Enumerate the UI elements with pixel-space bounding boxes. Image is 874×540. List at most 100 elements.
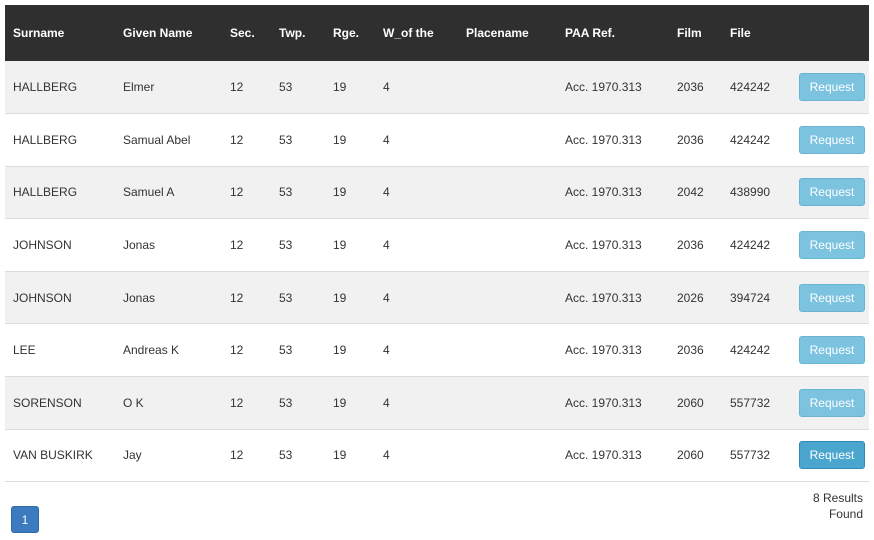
cell-paa-ref: Acc. 1970.313 xyxy=(565,395,642,410)
cell-sec: 12 xyxy=(230,185,244,200)
cell-surname: JOHNSON xyxy=(13,238,72,253)
cell-film: 2026 xyxy=(677,290,704,305)
cell-action: Request xyxy=(791,271,869,324)
cell-sec: 12 xyxy=(230,395,244,410)
request-button[interactable]: Request xyxy=(799,441,865,470)
table-row: HALLBERG Elmer 12 53 19 4 Acc. 1970.313 … xyxy=(5,61,869,114)
cell-rge: 19 xyxy=(333,343,347,358)
cell-file: 557732 xyxy=(730,448,771,463)
cell-given-name: Samual Abel xyxy=(123,132,191,147)
cell-film: 2036 xyxy=(677,80,704,95)
cell-file: 424242 xyxy=(730,132,771,147)
cell-surname: LEE xyxy=(13,343,36,358)
cell-w-of-the: 4 xyxy=(383,343,390,358)
cell-file: 424242 xyxy=(730,80,771,95)
cell-action: Request xyxy=(791,429,869,482)
table-row: JOHNSON Jonas 12 53 19 4 Acc. 1970.313 2… xyxy=(5,218,869,272)
cell-sec: 12 xyxy=(230,343,244,358)
cell-rge: 19 xyxy=(333,448,347,463)
cell-rge: 19 xyxy=(333,80,347,95)
cell-w-of-the: 4 xyxy=(383,290,390,305)
table-row: LEE Andreas K 12 53 19 4 Acc. 1970.313 2… xyxy=(5,323,869,377)
cell-file: 394724 xyxy=(730,290,771,305)
cell-sec: 12 xyxy=(230,80,244,95)
cell-twp: 53 xyxy=(279,238,293,253)
request-button[interactable]: Request xyxy=(799,125,865,154)
column-header-surname[interactable]: Surname xyxy=(5,5,115,61)
cell-twp: 53 xyxy=(279,185,293,200)
cell-twp: 53 xyxy=(279,80,293,95)
cell-given-name: Andreas K xyxy=(123,343,180,358)
results-table: Surname Given Name Sec. Twp. Rge. W_of t… xyxy=(5,5,869,482)
cell-surname: HALLBERG xyxy=(13,185,78,200)
cell-sec: 12 xyxy=(230,290,244,305)
table-row: HALLBERG Samual Abel 12 53 19 4 Acc. 197… xyxy=(5,113,869,167)
column-header-sec[interactable]: Sec. xyxy=(222,5,271,61)
cell-surname: HALLBERG xyxy=(13,80,78,95)
cell-action: Request xyxy=(791,324,869,377)
cell-placename xyxy=(458,61,557,114)
results-count-line1: 8 Results xyxy=(812,491,863,505)
cell-placename xyxy=(458,166,557,219)
cell-w-of-the: 4 xyxy=(383,448,390,463)
cell-given-name: O K xyxy=(123,395,144,410)
cell-film: 2036 xyxy=(677,132,704,147)
pagination-page-button[interactable]: 1 xyxy=(11,506,39,533)
table-row: VAN BUSKIRK Jay 12 53 19 4 Acc. 1970.313… xyxy=(5,429,869,482)
column-header-twp[interactable]: Twp. xyxy=(271,5,325,61)
cell-paa-ref: Acc. 1970.313 xyxy=(565,132,642,147)
column-header-placename[interactable]: Placename xyxy=(458,5,557,61)
cell-rge: 19 xyxy=(333,185,347,200)
column-header-action xyxy=(791,5,869,61)
cell-surname: JOHNSON xyxy=(13,290,72,305)
cell-file: 424242 xyxy=(730,343,771,358)
cell-paa-ref: Acc. 1970.313 xyxy=(565,290,642,305)
cell-placename xyxy=(458,429,557,482)
cell-paa-ref: Acc. 1970.313 xyxy=(565,448,642,463)
request-button[interactable]: Request xyxy=(799,73,865,102)
cell-paa-ref: Acc. 1970.313 xyxy=(565,185,642,200)
column-header-film[interactable]: Film xyxy=(669,5,722,61)
cell-placename xyxy=(458,271,557,324)
cell-film: 2042 xyxy=(677,185,704,200)
cell-w-of-the: 4 xyxy=(383,185,390,200)
cell-given-name: Jonas xyxy=(123,238,156,253)
request-button[interactable]: Request xyxy=(799,283,865,312)
cell-file: 438990 xyxy=(730,185,771,200)
cell-file: 557732 xyxy=(730,395,771,410)
request-button[interactable]: Request xyxy=(799,336,865,365)
column-header-w-of-the[interactable]: W_of the xyxy=(375,5,458,61)
column-header-rge[interactable]: Rge. xyxy=(325,5,375,61)
cell-film: 2060 xyxy=(677,395,704,410)
request-button[interactable]: Request xyxy=(799,231,865,260)
request-button[interactable]: Request xyxy=(799,388,865,417)
cell-placename xyxy=(458,377,557,430)
cell-action: Request xyxy=(791,61,869,114)
cell-sec: 12 xyxy=(230,238,244,253)
cell-twp: 53 xyxy=(279,343,293,358)
cell-twp: 53 xyxy=(279,448,293,463)
table-row: SORENSON O K 12 53 19 4 Acc. 1970.313 20… xyxy=(5,376,869,430)
cell-file: 424242 xyxy=(730,238,771,253)
cell-film: 2036 xyxy=(677,238,704,253)
column-header-paa-ref[interactable]: PAA Ref. xyxy=(557,5,669,61)
cell-action: Request xyxy=(791,114,869,167)
cell-given-name: Jonas xyxy=(123,290,156,305)
cell-action: Request xyxy=(791,219,869,272)
column-header-file[interactable]: File xyxy=(722,5,791,61)
cell-given-name: Samuel A xyxy=(123,185,175,200)
request-button[interactable]: Request xyxy=(799,178,865,207)
cell-surname: HALLBERG xyxy=(13,132,78,147)
results-count: 8 Results Found xyxy=(813,490,863,522)
cell-placename xyxy=(458,219,557,272)
cell-twp: 53 xyxy=(279,395,293,410)
cell-sec: 12 xyxy=(230,448,244,463)
cell-twp: 53 xyxy=(279,290,293,305)
cell-rge: 19 xyxy=(333,238,347,253)
cell-paa-ref: Acc. 1970.313 xyxy=(565,238,642,253)
cell-action: Request xyxy=(791,166,869,219)
column-header-given-name[interactable]: Given Name xyxy=(115,5,222,61)
cell-paa-ref: Acc. 1970.313 xyxy=(565,80,642,95)
cell-w-of-the: 4 xyxy=(383,80,390,95)
cell-surname: SORENSON xyxy=(13,395,82,410)
